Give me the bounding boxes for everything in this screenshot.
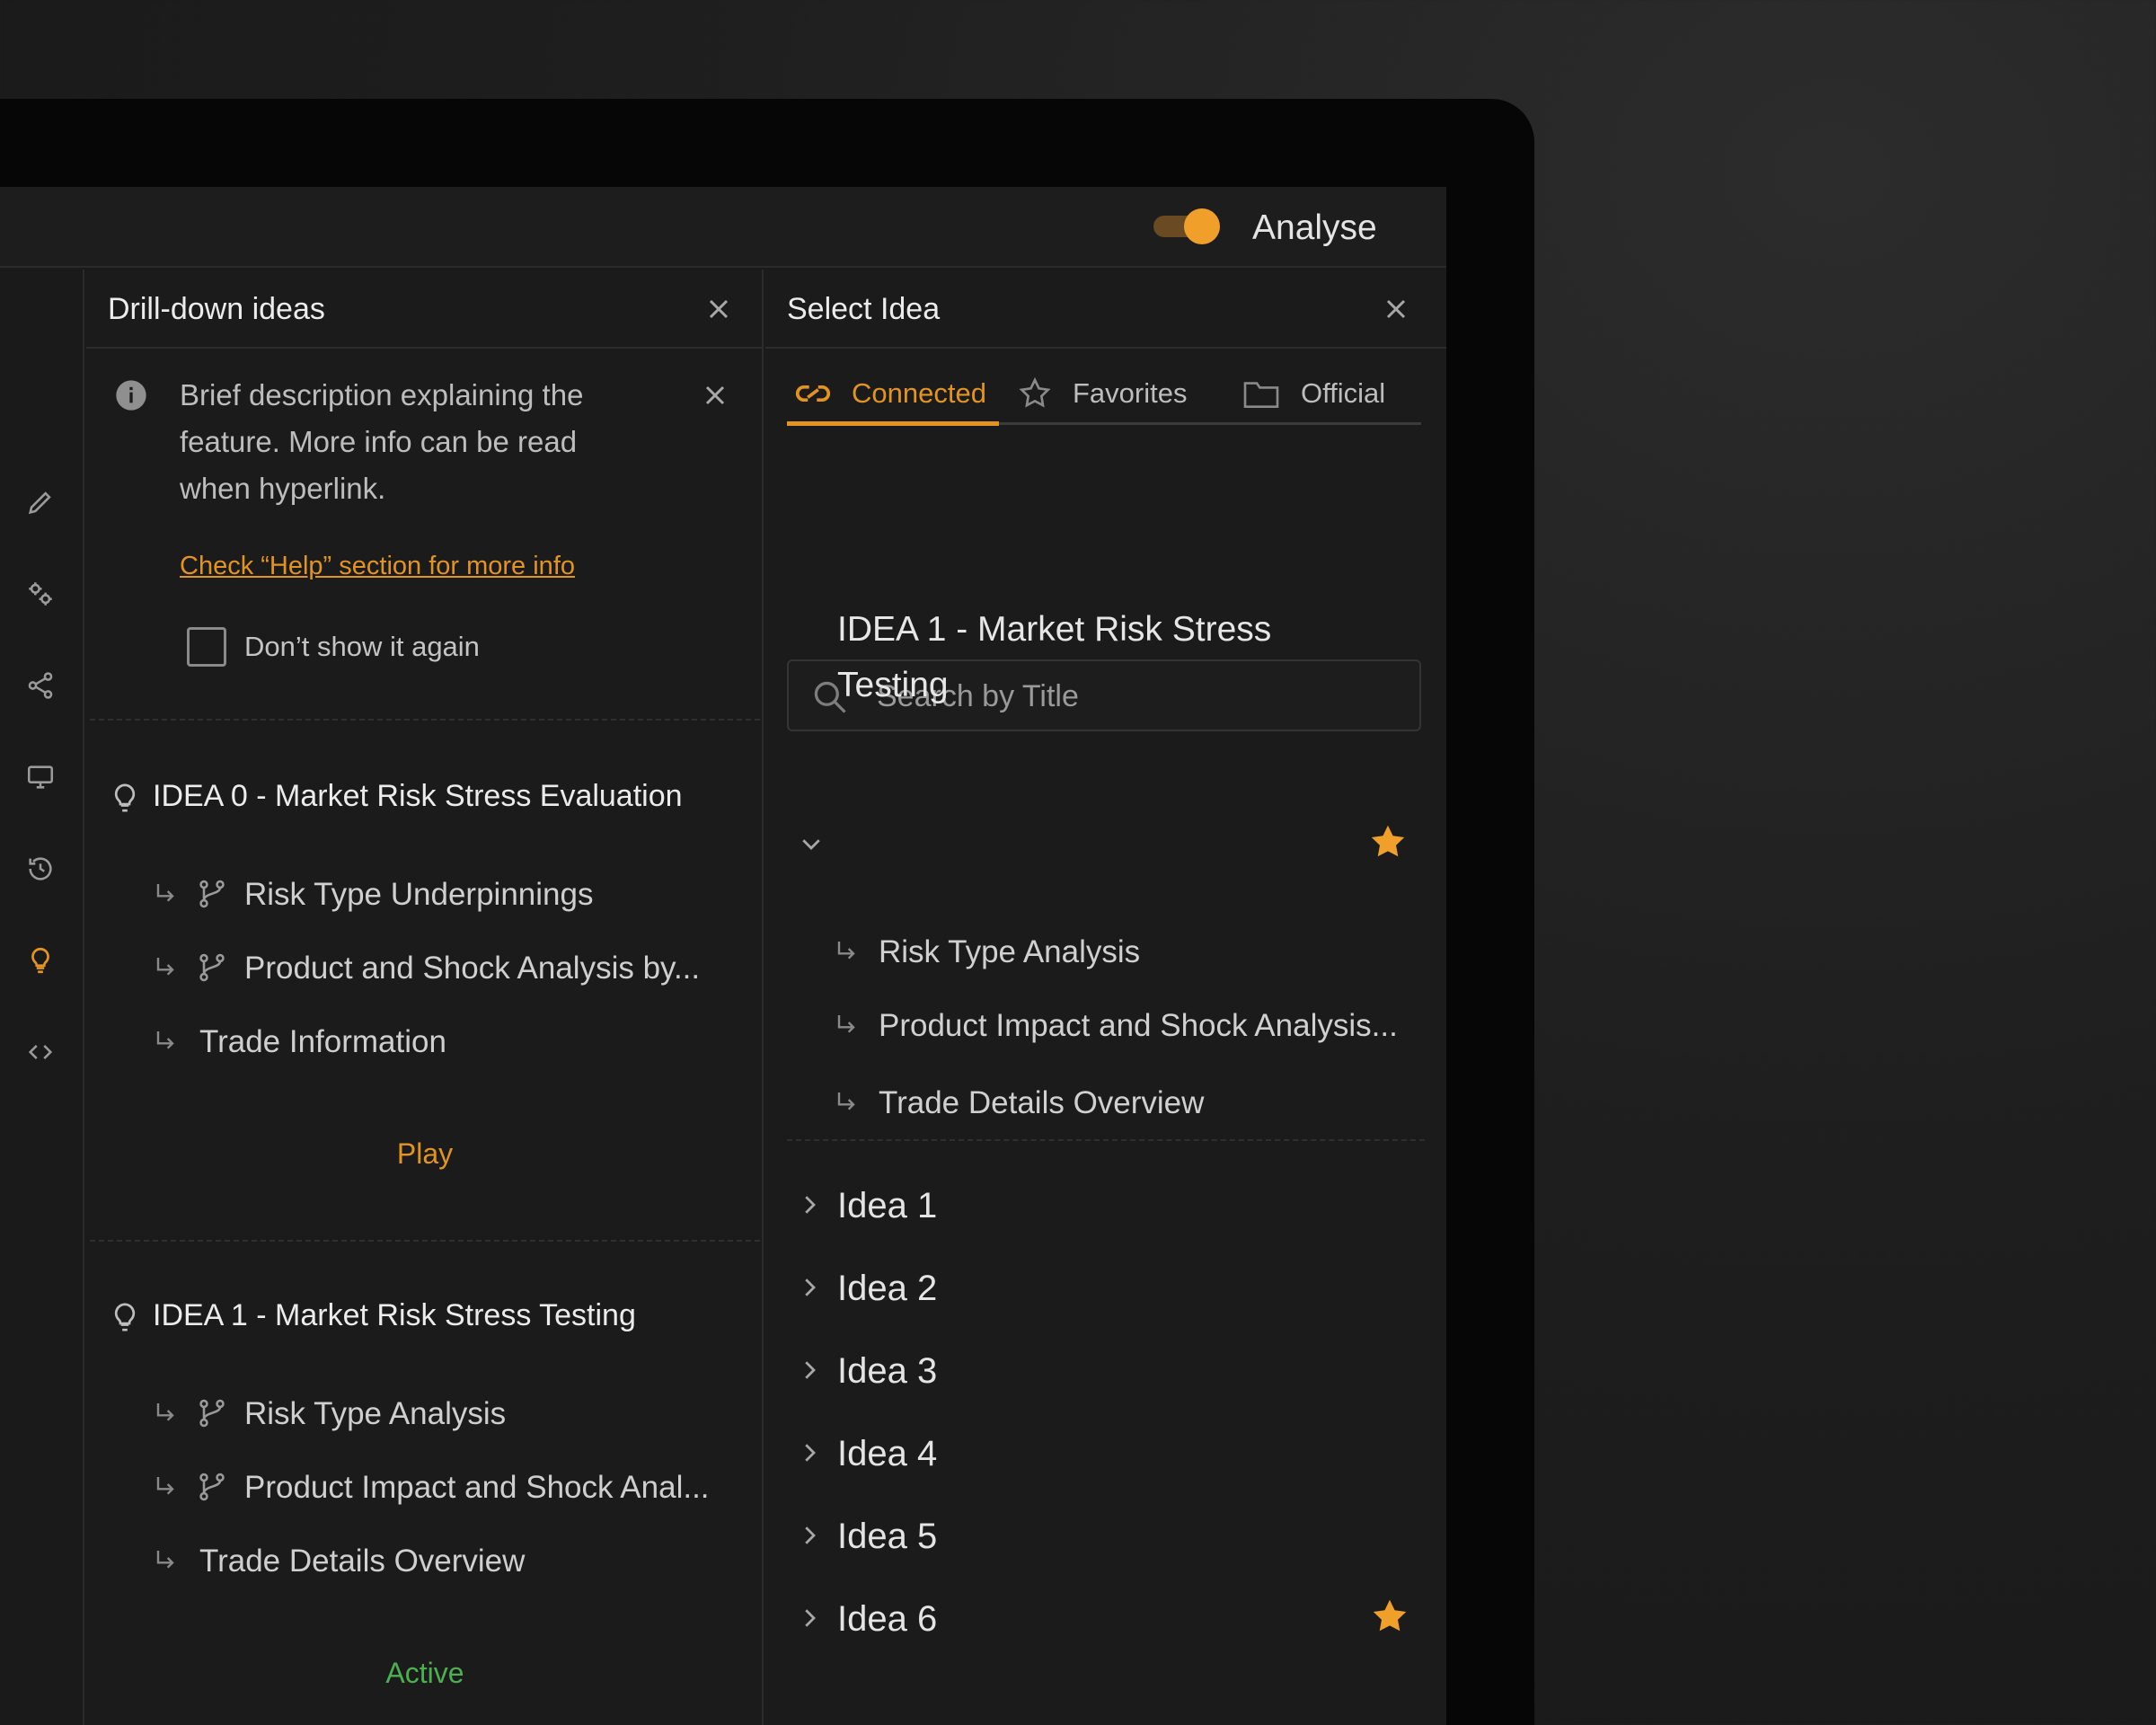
idea-list-label: Idea 3: [837, 1351, 938, 1391]
chevron-right-icon: [796, 1274, 823, 1305]
idea-list-label: Idea 6: [837, 1599, 938, 1639]
monitor-icon[interactable]: [22, 758, 59, 796]
sub-arrow-icon: [153, 954, 178, 987]
toggle-knob: [1184, 208, 1220, 244]
idea-list-label: Idea 4: [837, 1434, 938, 1473]
idea-1-title[interactable]: IDEA 1 - Market Risk Stress Testing: [153, 1296, 636, 1335]
select-idea-panel: Select Idea Connected Favorites Official…: [765, 270, 1446, 1725]
idea-tabs: Connected Favorites Official: [787, 370, 1421, 426]
drill-down-title: Drill-down ideas: [108, 292, 325, 326]
tab-connected-label: Connected: [852, 377, 986, 409]
idea-list-item[interactable]: Idea 5: [787, 1509, 1425, 1563]
star-filled-icon[interactable]: [1369, 1596, 1410, 1641]
idea-list-item[interactable]: Idea 2: [787, 1261, 1425, 1315]
chevron-right-icon: [796, 1439, 823, 1471]
icon-rail: [0, 270, 84, 1725]
divider: [787, 1139, 1425, 1141]
dont-show-label: Don’t show it again: [244, 631, 480, 662]
tab-connected[interactable]: Connected: [792, 370, 986, 417]
chevron-right-icon: [796, 1522, 823, 1553]
branch-icon: [196, 951, 228, 989]
sub-arrow-icon: [153, 1028, 178, 1061]
drill-down-header: Drill-down ideas: [86, 270, 762, 349]
chevron-right-icon: [796, 1605, 823, 1636]
sub-arrow-icon: [153, 1473, 178, 1507]
sub-arrow-icon: [153, 1400, 178, 1433]
idea-list-item[interactable]: Idea 3: [787, 1344, 1425, 1398]
close-icon[interactable]: [1380, 293, 1412, 325]
info-description: Brief description explaining the feature…: [180, 378, 584, 505]
idea-0-item-2[interactable]: Product and Shock Analysis by...: [244, 949, 700, 988]
app-screen: Analyse Drill-down ideas Brief descripti…: [0, 187, 1446, 1725]
link-icon: [792, 378, 834, 409]
history-icon[interactable]: [22, 850, 59, 888]
select-idea-header: Select Idea: [765, 270, 1446, 349]
chevron-right-icon: [796, 1191, 823, 1223]
divider: [90, 719, 760, 721]
active-status: Active: [385, 1657, 464, 1689]
idea-list-label: Idea 5: [837, 1517, 938, 1556]
select-idea-title: Select Idea: [787, 292, 941, 326]
code-icon[interactable]: [22, 1033, 59, 1071]
idea-1-item-1[interactable]: Risk Type Analysis: [244, 1394, 506, 1434]
chevron-down-icon[interactable]: [798, 830, 825, 862]
folder-icon: [1241, 377, 1281, 410]
sub-arrow-icon: [834, 1012, 859, 1045]
settings-gears-icon[interactable]: [22, 575, 59, 613]
play-button[interactable]: Play: [86, 1136, 764, 1172]
idea-list-label: Idea 2: [837, 1269, 938, 1308]
expanded-idea-title[interactable]: IDEA 1 - Market Risk Stress Testing: [837, 602, 1304, 713]
sub-arrow-icon: [834, 1089, 859, 1122]
expanded-item-1[interactable]: Risk Type Analysis: [879, 933, 1140, 972]
dismiss-info-icon[interactable]: [699, 379, 731, 411]
tab-favorites[interactable]: Favorites: [1017, 370, 1187, 417]
expanded-item-2[interactable]: Product Impact and Shock Analysis...: [879, 1006, 1398, 1046]
analyse-toggle[interactable]: [1153, 208, 1222, 244]
idea-1-item-3[interactable]: Trade Details Overview: [199, 1542, 525, 1581]
dont-show-checkbox[interactable]: [187, 627, 226, 667]
idea-list-item[interactable]: Idea 1: [787, 1179, 1425, 1233]
share-icon[interactable]: [22, 667, 59, 704]
branch-icon: [196, 1396, 228, 1435]
lightbulb-icon[interactable]: [22, 942, 59, 979]
idea-0-item-1[interactable]: Risk Type Underpinnings: [244, 875, 593, 915]
top-bar: Analyse: [0, 187, 1446, 268]
sub-arrow-icon: [834, 938, 859, 971]
sub-arrow-icon: [153, 880, 178, 914]
star-filled-icon[interactable]: [1367, 821, 1409, 867]
pencil-icon[interactable]: [22, 483, 59, 521]
analyse-label: Analyse: [1252, 208, 1377, 247]
branch-icon: [196, 1470, 228, 1508]
close-icon[interactable]: [702, 293, 735, 325]
info-icon: [113, 377, 149, 413]
tab-official-label: Official: [1301, 377, 1386, 409]
star-outline-icon: [1017, 376, 1053, 411]
tab-official[interactable]: Official: [1241, 370, 1385, 417]
active-tab-indicator: [787, 421, 999, 426]
idea-list-item[interactable]: Idea 4: [787, 1427, 1425, 1481]
idea-list-item[interactable]: Idea 6: [787, 1592, 1425, 1646]
divider: [90, 1240, 760, 1242]
idea-0-item-3[interactable]: Trade Information: [199, 1022, 446, 1062]
sub-arrow-icon: [153, 1547, 178, 1580]
idea-0-title[interactable]: IDEA 0 - Market Risk Stress Evaluation: [153, 776, 683, 816]
lightbulb-icon: [110, 1299, 140, 1335]
lightbulb-icon: [110, 780, 140, 816]
drill-down-panel: Drill-down ideas Brief description expla…: [86, 270, 764, 1725]
idea-list-label: Idea 1: [837, 1186, 938, 1225]
branch-icon: [196, 877, 228, 916]
idea-1-item-2[interactable]: Product Impact and Shock Anal...: [244, 1468, 710, 1508]
chevron-right-icon: [796, 1357, 823, 1388]
tab-favorites-label: Favorites: [1073, 377, 1188, 409]
expanded-item-3[interactable]: Trade Details Overview: [879, 1084, 1204, 1123]
help-link[interactable]: Check “Help” section for more info: [180, 548, 575, 584]
